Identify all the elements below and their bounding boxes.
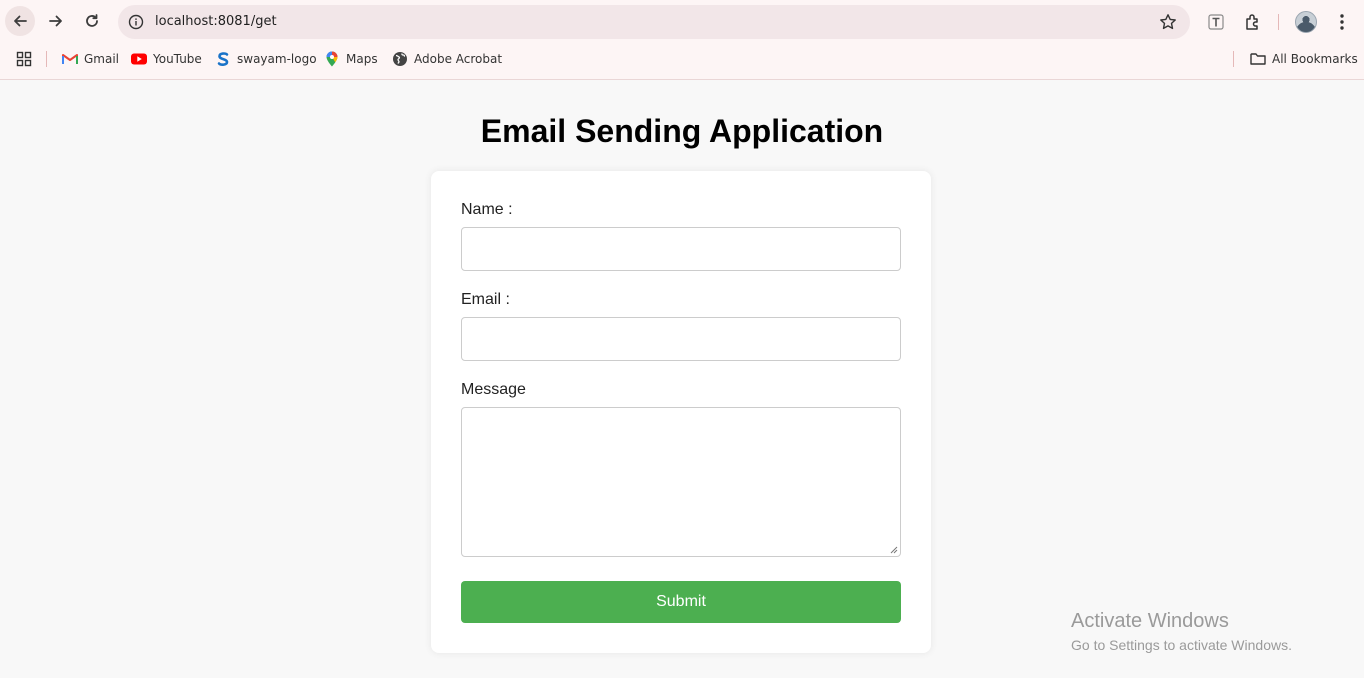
bookmark-star-icon[interactable] bbox=[1158, 12, 1178, 32]
apps-button[interactable] bbox=[16, 50, 38, 68]
globe-icon bbox=[392, 51, 408, 67]
message-label: Message bbox=[461, 381, 526, 398]
bookmark-label: Maps bbox=[346, 52, 378, 66]
bookmark-gmail[interactable]: Gmail bbox=[62, 50, 119, 68]
resize-handle-icon[interactable] bbox=[890, 546, 898, 554]
bookmarks-divider bbox=[46, 51, 47, 67]
browser-toolbar: localhost:8081/get bbox=[0, 0, 1364, 44]
bookmark-maps[interactable]: Maps bbox=[324, 50, 378, 68]
bookmark-adobe-acrobat[interactable]: Adobe Acrobat bbox=[392, 50, 502, 68]
bookmark-swayam[interactable]: swayam-logo bbox=[215, 50, 317, 68]
bookmark-label: Adobe Acrobat bbox=[414, 52, 503, 66]
more-menu-icon[interactable] bbox=[1328, 8, 1356, 36]
bookmark-label: Gmail bbox=[84, 52, 120, 66]
bookmark-label: swayam-logo bbox=[237, 52, 317, 66]
watermark-subtitle: Go to Settings to activate Windows. bbox=[1071, 637, 1292, 653]
url-text[interactable]: localhost:8081/get bbox=[155, 14, 277, 29]
profile-avatar[interactable] bbox=[1295, 11, 1317, 33]
windows-activation-watermark: Activate Windows Go to Settings to activ… bbox=[1071, 610, 1292, 653]
name-label: Name : bbox=[461, 201, 513, 218]
arrow-left-icon bbox=[14, 15, 27, 27]
page-title: Email Sending Application bbox=[480, 113, 884, 149]
apps-grid-icon bbox=[16, 51, 32, 67]
translate-extension-icon[interactable] bbox=[1202, 8, 1230, 36]
folder-icon bbox=[1250, 51, 1266, 67]
site-info-icon[interactable] bbox=[126, 12, 146, 32]
bookmarks-divider bbox=[1233, 51, 1234, 67]
all-bookmarks-label: All Bookmarks bbox=[1272, 52, 1358, 66]
message-textarea[interactable] bbox=[461, 407, 901, 557]
address-bar[interactable]: localhost:8081/get bbox=[118, 5, 1190, 39]
bookmark-label: YouTube bbox=[153, 52, 202, 66]
youtube-icon bbox=[131, 51, 147, 67]
name-input[interactable] bbox=[461, 227, 901, 271]
browser-chrome: localhost:8081/get Gmail YouTube swayam-… bbox=[0, 0, 1364, 80]
extensions-icon[interactable] bbox=[1239, 8, 1267, 36]
submit-button[interactable]: Submit bbox=[461, 581, 901, 623]
email-label: Email : bbox=[461, 291, 510, 308]
maps-icon bbox=[324, 51, 340, 67]
reload-icon bbox=[86, 14, 98, 27]
back-button[interactable] bbox=[5, 6, 35, 36]
all-bookmarks-button[interactable]: All Bookmarks bbox=[1250, 50, 1358, 68]
bookmarks-bar: Gmail YouTube swayam-logo Maps Adobe Acr… bbox=[0, 44, 1364, 74]
swayam-icon bbox=[215, 51, 231, 67]
arrow-right-icon bbox=[49, 15, 62, 27]
email-form: Name : Email : Message Submit bbox=[431, 171, 931, 653]
toolbar-divider bbox=[1278, 14, 1279, 30]
reload-button[interactable] bbox=[77, 6, 107, 36]
gmail-icon bbox=[62, 51, 78, 67]
bookmark-youtube[interactable]: YouTube bbox=[131, 50, 202, 68]
forward-button[interactable] bbox=[41, 6, 71, 36]
email-input[interactable] bbox=[461, 317, 901, 361]
watermark-title: Activate Windows bbox=[1071, 610, 1229, 632]
